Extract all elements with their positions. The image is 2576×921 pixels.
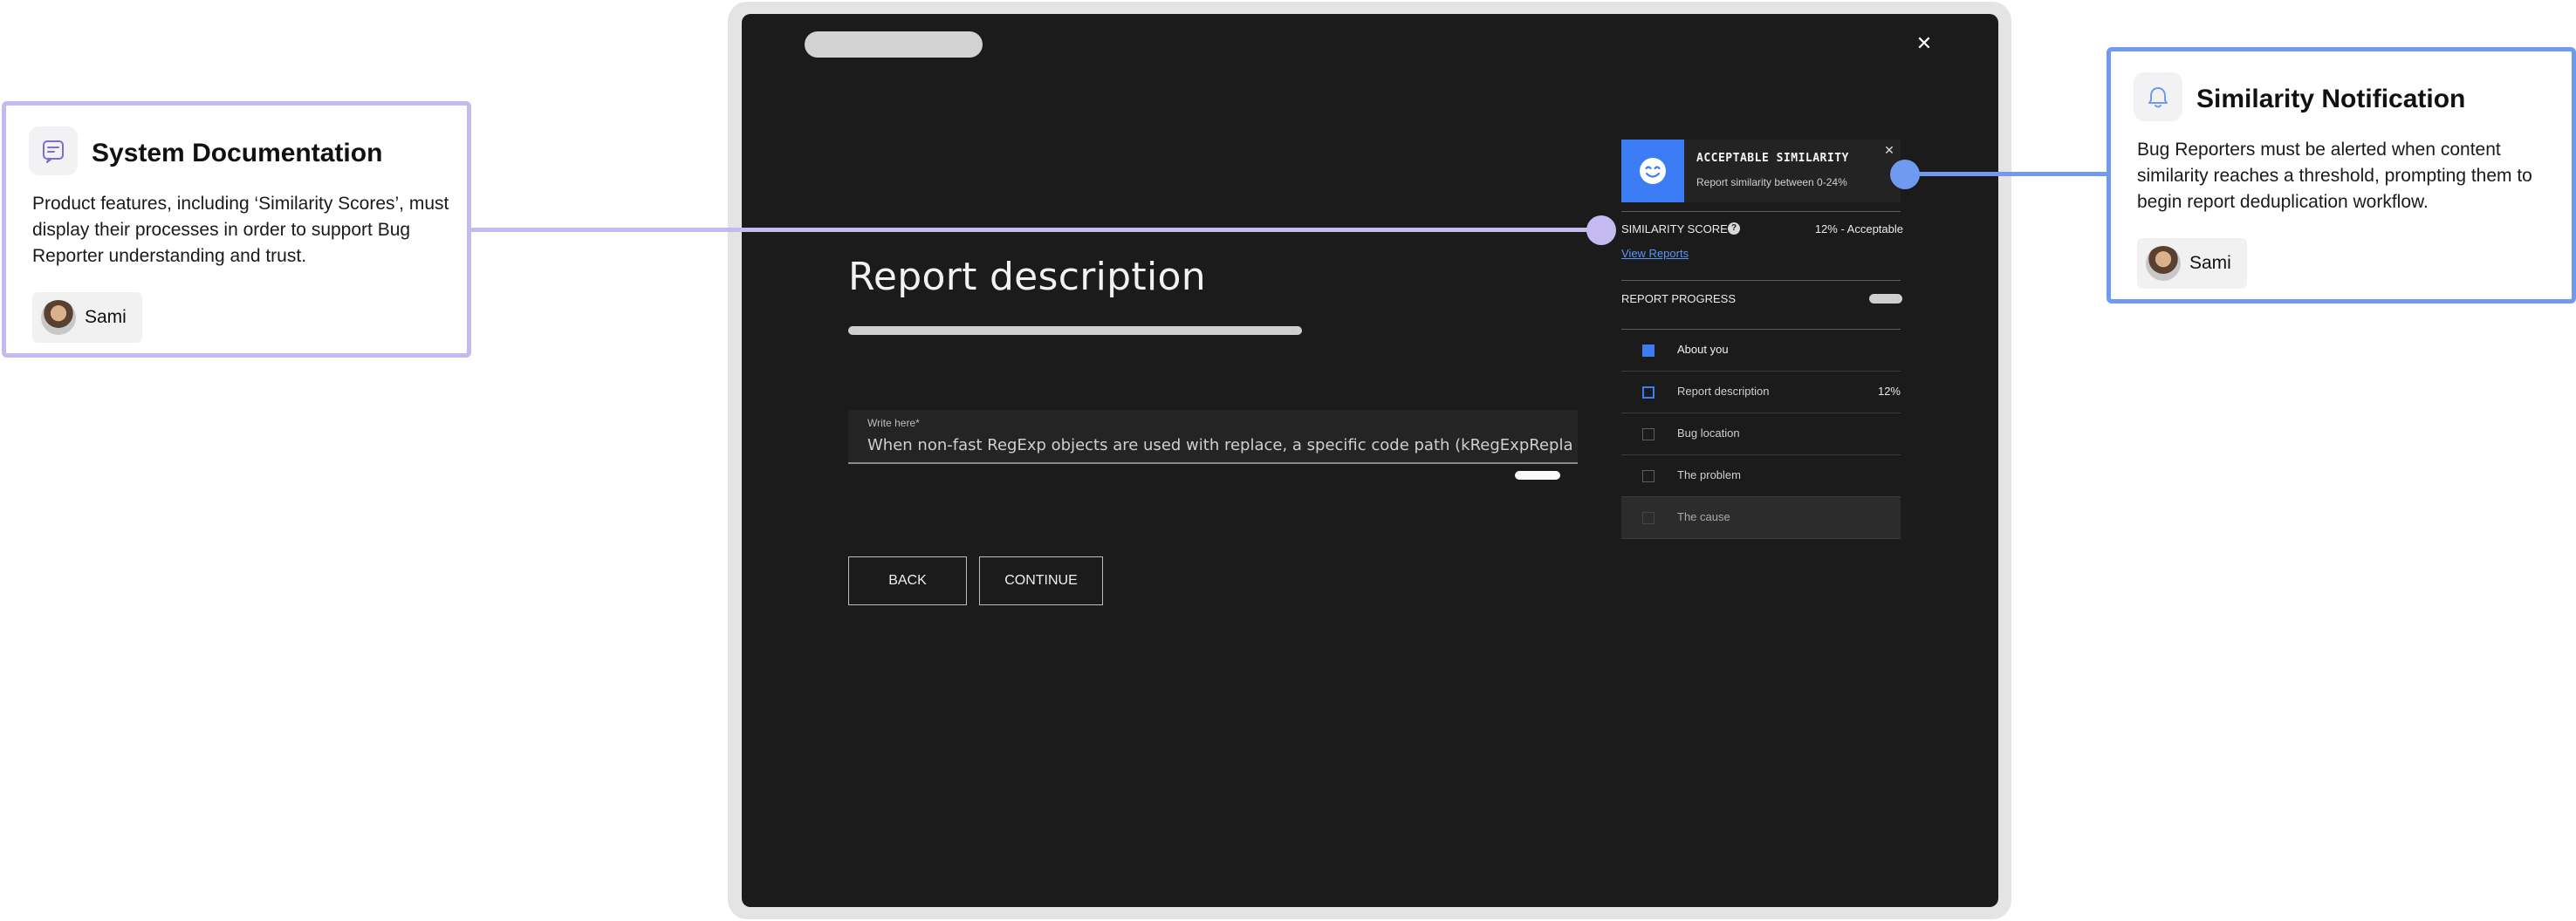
step-label: The problem — [1677, 468, 1741, 481]
card-body: Bug Reporters must be alerted when conte… — [2137, 140, 2532, 212]
bell-icon — [2134, 72, 2182, 121]
author-name: Sami — [2189, 253, 2231, 273]
annotation-card-similarity-notification: Similarity Notification Bug Reporters mu… — [2107, 47, 2576, 304]
step-percent: 12% — [1877, 385, 1901, 398]
report-progress-label: REPORT PROGRESS — [1621, 292, 1736, 305]
progress-toggle[interactable] — [1869, 294, 1902, 304]
step-about-you[interactable]: About you — [1621, 330, 1901, 372]
notification-title: ACCEPTABLE SIMILARITY — [1696, 152, 1849, 165]
step-label: Report description — [1677, 385, 1770, 398]
document-chat-icon — [29, 126, 78, 175]
header-placeholder-bar — [805, 31, 983, 58]
author-chip: Sami — [32, 292, 142, 343]
avatar — [2146, 246, 2181, 281]
similarity-score-label: SIMILARITY SCORE — [1621, 222, 1728, 235]
avatar — [41, 300, 76, 335]
description-input-value[interactable]: When non-fast RegExp objects are used wi… — [867, 436, 1574, 454]
card-title: System Documentation — [92, 139, 383, 167]
notification-close-icon[interactable]: ✕ — [1881, 143, 1897, 159]
smiley-face-icon — [1621, 140, 1684, 202]
panel-divider — [1621, 211, 1901, 212]
step-checkbox[interactable] — [1642, 345, 1655, 357]
panel-divider — [1621, 280, 1901, 281]
connector-dot-left — [1586, 215, 1616, 245]
step-checkbox[interactable] — [1642, 470, 1655, 482]
step-checkbox[interactable] — [1642, 428, 1655, 440]
step-bug-location[interactable]: Bug location — [1621, 413, 1901, 455]
field-helper-bar — [1515, 471, 1560, 480]
connector-line-left — [469, 228, 1604, 232]
card-title: Similarity Notification — [2196, 85, 2466, 113]
description-input-label: Write here* — [867, 417, 920, 429]
connector-line-right — [1902, 172, 2108, 176]
back-button[interactable]: BACK — [848, 556, 967, 605]
close-icon[interactable]: ✕ — [1911, 31, 1937, 58]
view-reports-link[interactable]: View Reports — [1621, 247, 1689, 260]
step-checkbox[interactable] — [1642, 512, 1655, 524]
step-report-description[interactable]: Report description 12% — [1621, 372, 1901, 413]
similarity-score-value: 12% - Acceptable — [1814, 222, 1903, 235]
app-screen: ✕ Report description Write here* When no… — [742, 14, 1998, 907]
notification-text: Report similarity between 0-24% — [1696, 176, 1847, 188]
card-body: Product features, including ‘Similarity … — [32, 194, 449, 266]
step-checkbox[interactable] — [1642, 386, 1655, 399]
author-name: Sami — [85, 307, 127, 327]
similarity-notification: ACCEPTABLE SIMILARITY Report similarity … — [1621, 140, 1901, 202]
author-chip: Sami — [2137, 238, 2247, 289]
step-label: About you — [1677, 343, 1729, 356]
help-icon[interactable]: ? — [1728, 222, 1740, 235]
annotation-card-system-documentation: System Documentation Product features, i… — [2, 101, 471, 358]
connector-dot-right — [1890, 160, 1920, 189]
step-label: Bug location — [1677, 426, 1740, 440]
title-placeholder-bar — [848, 326, 1302, 335]
step-the-cause[interactable]: The cause — [1621, 497, 1901, 539]
step-the-problem[interactable]: The problem — [1621, 455, 1901, 497]
step-label: The cause — [1677, 510, 1730, 523]
description-input[interactable]: Write here* When non-fast RegExp objects… — [848, 410, 1578, 464]
page-title: Report description — [848, 255, 1206, 299]
continue-button[interactable]: CONTINUE — [979, 556, 1103, 605]
